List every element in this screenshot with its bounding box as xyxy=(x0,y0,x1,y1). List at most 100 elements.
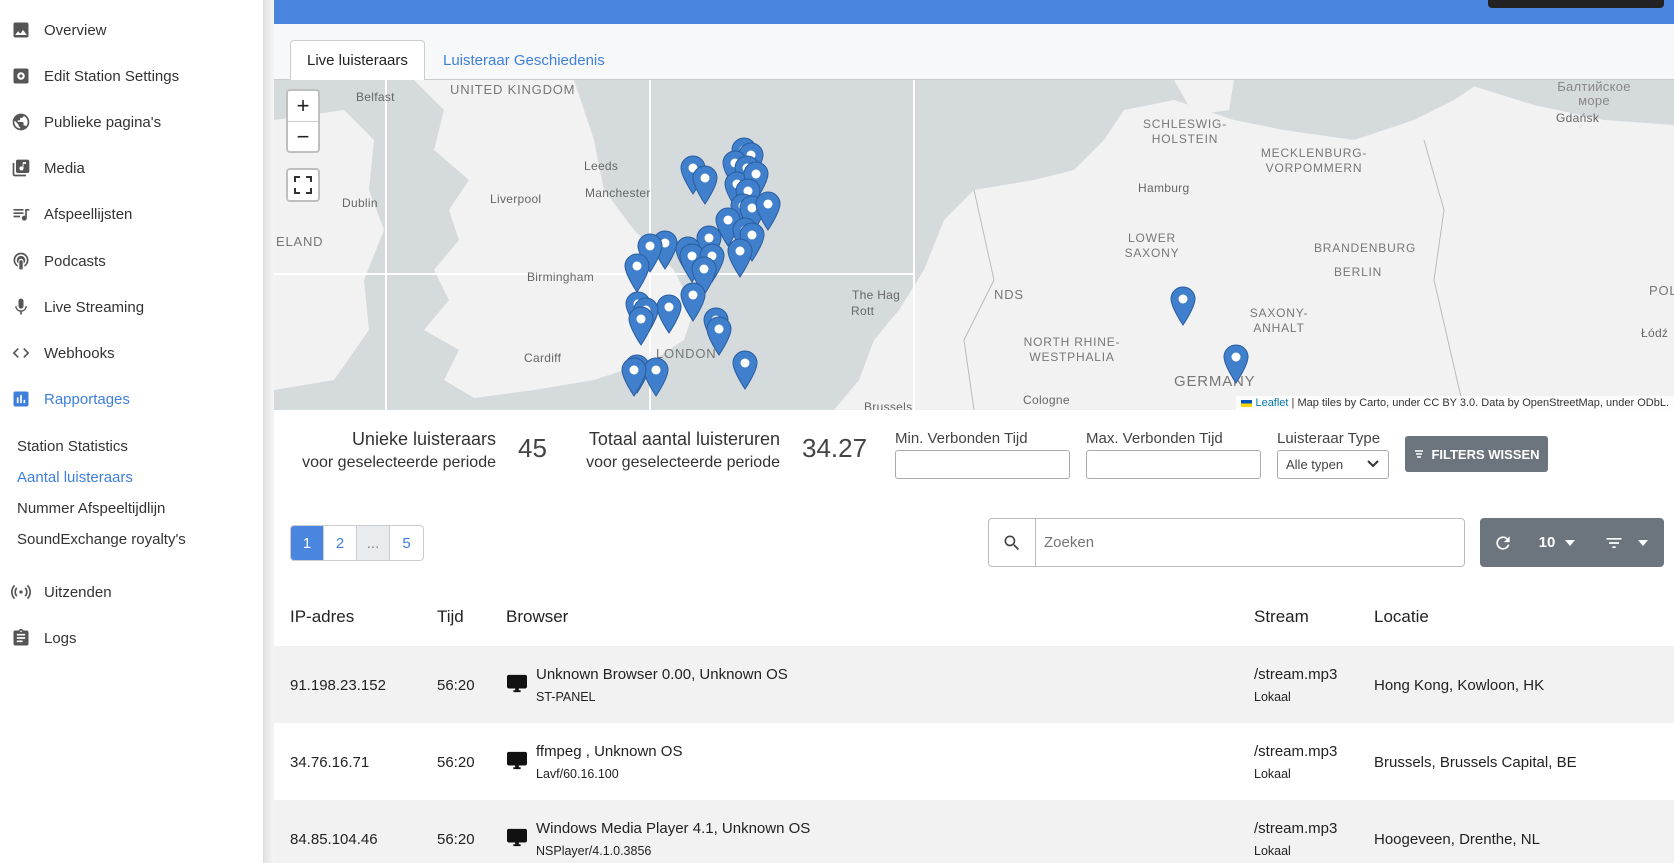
column-filter-dropdown[interactable] xyxy=(1588,518,1664,567)
map-label-ireland: ELAND xyxy=(276,234,324,249)
refresh-icon xyxy=(1496,535,1510,550)
map-label-uk: UNITED KINGDOM xyxy=(450,82,576,97)
column-header-ip[interactable]: IP-adres xyxy=(290,607,354,627)
sidebar-item-broadcasting[interactable]: Uitzenden xyxy=(0,569,264,615)
map-label-hague: The Hag xyxy=(852,288,901,302)
cell-browser: Windows Media Player 4.1, Unknown OS xyxy=(536,820,811,837)
filter-clear-icon xyxy=(1415,450,1424,458)
sidebar-item-label: Rapportages xyxy=(44,390,130,408)
sidebar-item-playlists[interactable]: Afspeellijsten xyxy=(0,191,264,237)
table-row: 84.85.104.46 56:20 Windows Media Player 4.… xyxy=(274,800,1674,863)
column-header-stream[interactable]: Stream xyxy=(1254,607,1309,627)
map-label-gdansk: Gdańsk xyxy=(1556,111,1600,125)
caret-down-icon xyxy=(1638,539,1648,546)
refresh-button[interactable] xyxy=(1480,518,1526,567)
column-header-location[interactable]: Locatie xyxy=(1374,607,1429,627)
cell-time: 56:20 xyxy=(437,831,475,848)
map-label-mv: MECKLENBURG-VORPOMMERN xyxy=(1260,146,1368,175)
per-page-dropdown[interactable]: 10 xyxy=(1526,518,1588,567)
sidebar-item-label: Edit Station Settings xyxy=(44,67,180,85)
column-header-time[interactable]: Tijd xyxy=(437,607,464,627)
globe-icon xyxy=(10,111,32,133)
cell-location: Hong Kong, Kowloon, HK xyxy=(1374,677,1545,694)
listener-marker-icon[interactable] xyxy=(706,316,732,356)
map-label-saxony-anhalt: SAXONY-ANHALT xyxy=(1249,306,1309,335)
page-button-5[interactable]: 5 xyxy=(390,526,423,560)
fullscreen-button[interactable] xyxy=(288,170,318,200)
unique-listeners-value: 45 xyxy=(518,433,547,463)
listener-marker-icon[interactable] xyxy=(692,165,718,205)
listener-type-label: Luisteraar Type xyxy=(1277,430,1381,447)
search-input[interactable] xyxy=(1036,519,1464,566)
tab-listener-history[interactable]: Luisteraar Geschiedenis xyxy=(427,40,621,81)
column-header-browser[interactable]: Browser xyxy=(506,607,568,627)
sidebar-item-label: Media xyxy=(44,159,85,177)
cell-time: 56:20 xyxy=(437,677,475,694)
tab-live-listeners[interactable]: Live luisteraars xyxy=(290,40,425,81)
sidebar-subitem-listeners[interactable]: Aantal luisteraars xyxy=(17,462,133,492)
sidebar-item-label: Overview xyxy=(44,21,107,39)
listener-marker-icon[interactable] xyxy=(628,306,654,346)
cell-location: Hoogeveen, Drenthe, NL xyxy=(1374,831,1540,848)
sidebar-item-logs[interactable]: Logs xyxy=(0,615,264,661)
map-label-belfast: Belfast xyxy=(356,90,395,104)
table-row: 34.76.16.71 56:20 ffmpeg , Unknown OS Lavf/… xyxy=(274,723,1674,800)
cell-user-agent: NSPlayer/4.1.0.3856 xyxy=(536,844,652,858)
cell-ip: 34.76.16.71 xyxy=(290,754,370,771)
listener-marker-icon[interactable] xyxy=(624,253,650,293)
leaflet-link[interactable]: Leaflet xyxy=(1255,397,1288,409)
map-label-cardiff: Cardiff xyxy=(524,351,562,365)
sidebar-item-webhooks[interactable]: Webhooks xyxy=(0,330,264,376)
max-time-label: Max. Verbonden Tijd xyxy=(1086,430,1223,447)
sidebar-item-podcasts[interactable]: Podcasts xyxy=(0,238,264,284)
sidebar-item-reports[interactable]: Rapportages xyxy=(0,376,264,422)
cell-browser: ffmpeg , Unknown OS xyxy=(536,743,683,760)
search-icon xyxy=(989,519,1036,566)
clear-filters-button[interactable]: FILTERS WISSEN xyxy=(1405,436,1548,472)
listening-hours-title: Totaal aantal luisteruren xyxy=(588,429,780,449)
listener-marker-icon[interactable] xyxy=(727,238,753,278)
cell-stream-type: Lokaal xyxy=(1254,690,1291,704)
listener-marker-icon[interactable] xyxy=(621,357,647,397)
map-tiles xyxy=(274,80,1674,410)
image-icon xyxy=(10,19,32,41)
zoom-in-button[interactable]: + xyxy=(288,91,318,121)
cell-stream-type: Lokaal xyxy=(1254,844,1291,858)
min-time-input[interactable] xyxy=(895,450,1070,479)
zoom-out-button[interactable]: − xyxy=(288,121,318,151)
sidebar-item-label: Publieke pagina's xyxy=(44,113,162,131)
sidebar-item-label: Uitzenden xyxy=(44,583,112,601)
sidebar-subitem-soundexchange[interactable]: SoundExchange royalty's xyxy=(17,524,186,554)
map-label-hamburg: Hamburg xyxy=(1138,181,1190,195)
page-button-2[interactable]: 2 xyxy=(324,526,357,560)
header-action-button[interactable] xyxy=(1488,0,1664,8)
listener-marker-icon[interactable] xyxy=(732,350,758,390)
fullscreen-control xyxy=(286,168,320,202)
listener-marker-icon[interactable] xyxy=(656,294,682,334)
sidebar-item-media[interactable]: Media xyxy=(0,145,264,191)
settings-box-icon xyxy=(10,65,32,87)
library-music-icon xyxy=(10,157,32,179)
sidebar-item-live-streaming[interactable]: Live Streaming xyxy=(0,284,264,330)
sidebar-item-label: Live Streaming xyxy=(44,298,145,316)
cell-user-agent: ST-PANEL xyxy=(536,690,596,704)
map-label-cologne: Cologne xyxy=(1023,393,1070,407)
listener-type-select[interactable]: Alle typen xyxy=(1277,450,1389,479)
listener-map[interactable]: Belfast UNITED KINGDOM Leeds Manchester … xyxy=(274,80,1674,410)
sidebar-item-public-pages[interactable]: Publieke pagina's xyxy=(0,99,264,145)
unique-listeners-label: Unieke luisteraars voor geselecteerde pe… xyxy=(278,428,496,474)
map-label-nrw: NORTH RHINE-WESTPHALIA xyxy=(1023,335,1121,364)
mic-icon xyxy=(10,296,32,318)
map-attribution: Leaflet | Map tiles by Carto, under CC B… xyxy=(1236,396,1674,410)
max-time-input[interactable] xyxy=(1086,450,1261,479)
queue-music-icon xyxy=(10,203,32,225)
listener-marker-icon[interactable] xyxy=(1223,344,1249,384)
sidebar-item-overview[interactable]: Overview xyxy=(0,7,264,53)
sidebar-resize-handle[interactable] xyxy=(264,0,274,863)
sidebar-subitem-station-statistics[interactable]: Station Statistics xyxy=(17,431,128,461)
cell-time: 56:20 xyxy=(437,754,475,771)
listener-marker-icon[interactable] xyxy=(1170,286,1196,326)
page-button-1[interactable]: 1 xyxy=(291,526,324,560)
sidebar-item-edit-station-settings[interactable]: Edit Station Settings xyxy=(0,53,264,99)
sidebar-subitem-song-timeline[interactable]: Nummer Afspeeltijdlijn xyxy=(17,493,165,523)
